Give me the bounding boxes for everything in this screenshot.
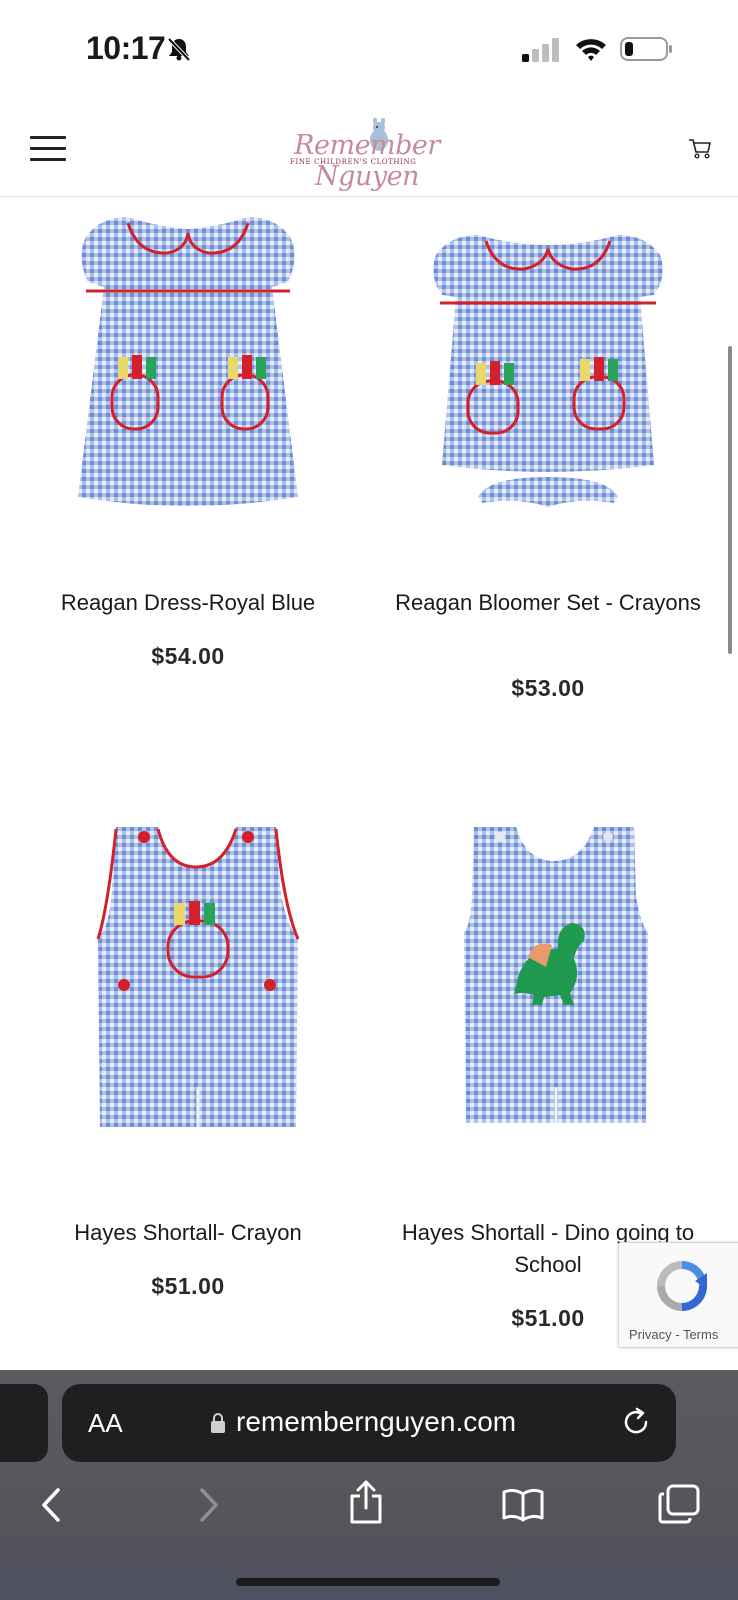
back-icon[interactable] <box>38 1486 64 1524</box>
previous-tab-preview[interactable] <box>0 1384 48 1462</box>
address-bar[interactable]: AA remembernguyen.com <box>62 1384 676 1462</box>
battery-icon <box>620 37 672 61</box>
home-indicator <box>236 1578 500 1586</box>
privacy-link[interactable]: Privacy <box>629 1327 672 1342</box>
product-name[interactable]: Reagan Dress-Royal Blue <box>28 587 348 619</box>
logo-subtext: FINE CHILDREN'S CLOTHING <box>290 158 417 166</box>
bookmarks-icon[interactable] <box>502 1488 544 1522</box>
product-name[interactable]: Hayes Shortall- Crayon <box>28 1217 348 1249</box>
url-text[interactable]: remembernguyen.com <box>236 1406 516 1438</box>
cart-icon[interactable] <box>688 138 712 160</box>
product-image-hayes-shortall-crayon[interactable] <box>18 827 358 1167</box>
wifi-icon <box>576 39 606 61</box>
menu-icon[interactable] <box>30 134 66 164</box>
status-time: 10:17 <box>86 30 166 66</box>
product-price: $53.00 <box>511 675 585 701</box>
forward-icon[interactable] <box>196 1486 222 1524</box>
link-separator: - <box>671 1327 683 1342</box>
reload-icon[interactable] <box>620 1406 652 1438</box>
lock-icon <box>211 1413 225 1433</box>
browser-toolbar: AA remembernguyen.com <box>0 1370 738 1600</box>
bell-muted-icon <box>167 37 191 62</box>
recaptcha-logo-icon <box>657 1261 707 1311</box>
recaptcha-links: Privacy - Terms <box>629 1327 718 1342</box>
site-logo[interactable]: Remember Nguyen FINE CHILDREN'S CLOTHING <box>256 116 478 192</box>
text-size-button[interactable]: AA <box>88 1408 123 1439</box>
scrollbar[interactable] <box>728 346 732 654</box>
recaptcha-badge[interactable]: Privacy - Terms <box>618 1242 738 1348</box>
product-image-reagan-dress[interactable] <box>18 197 358 537</box>
product-price: $51.00 <box>151 1273 225 1299</box>
product-price: $54.00 <box>151 643 225 669</box>
product-image-reagan-bloomer-set[interactable] <box>378 197 718 537</box>
status-bar: 10:17 <box>0 0 738 100</box>
tabs-icon[interactable] <box>658 1484 700 1524</box>
site-header: Remember Nguyen FINE CHILDREN'S CLOTHING <box>0 100 738 197</box>
product-image-hayes-shortall-dino[interactable] <box>378 827 718 1167</box>
product-name[interactable]: Reagan Bloomer Set - Crayons <box>388 587 708 619</box>
cell-signal-icon <box>522 38 559 62</box>
terms-link[interactable]: Terms <box>683 1327 718 1342</box>
share-icon[interactable] <box>348 1480 384 1524</box>
